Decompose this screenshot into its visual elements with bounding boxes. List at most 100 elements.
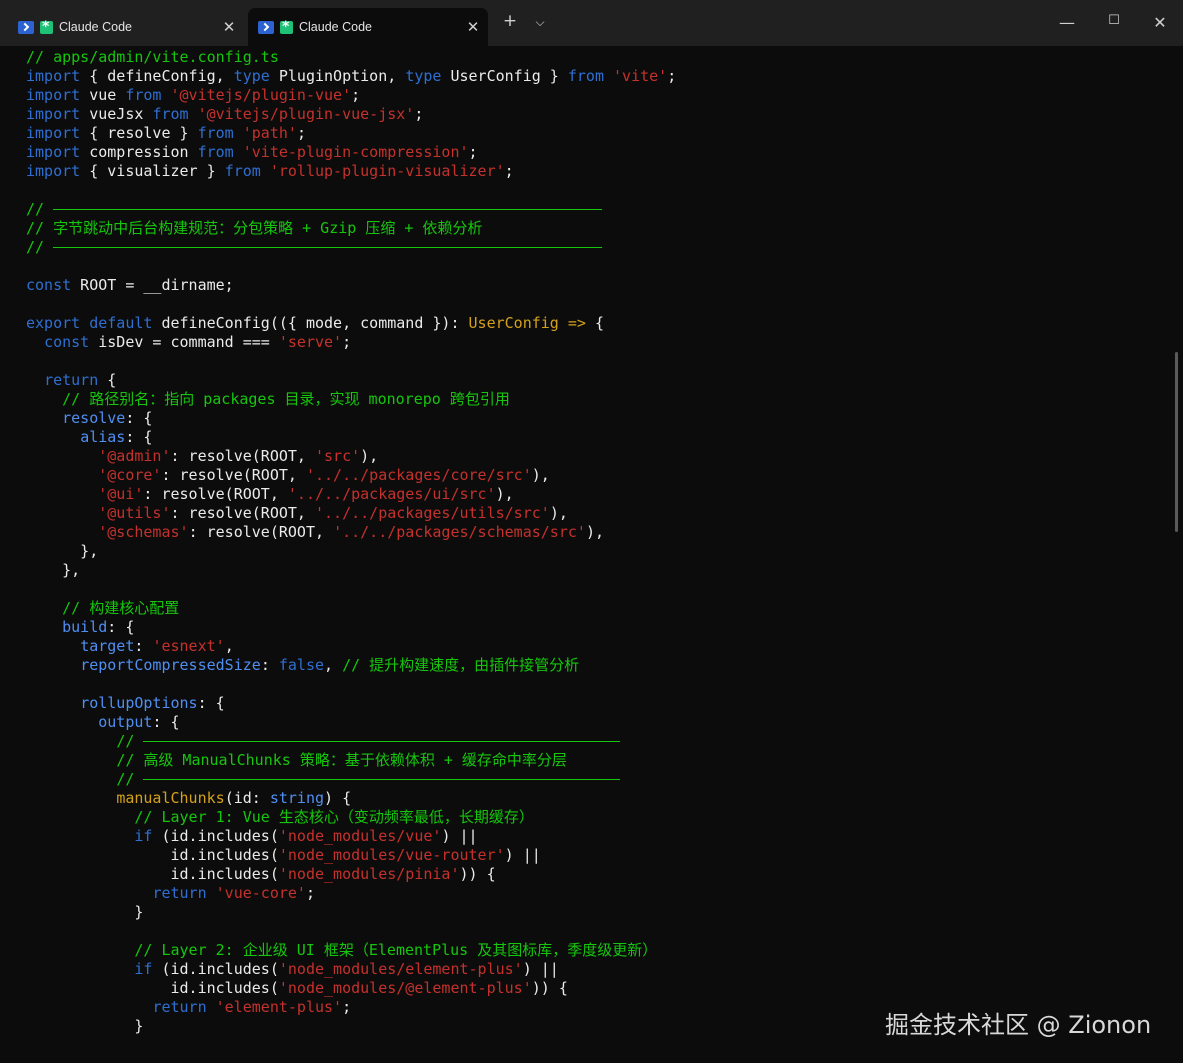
code-line: import { resolve } from 'path'; [26, 124, 1183, 143]
code-keyword: from [197, 143, 234, 161]
code-line: alias: { [26, 428, 1183, 447]
code-line: id.includes('node_modules/@element-plus'… [26, 979, 1183, 998]
code-text: { resolve } [80, 124, 198, 142]
code-comment: // apps/admin/vite.config.ts [26, 48, 279, 66]
code-text: ) || [504, 846, 541, 864]
code-string: '@vitejs/plugin-vue' [170, 86, 352, 104]
code-property: reportCompressedSize [80, 656, 261, 674]
code-line: return 'vue-core'; [26, 884, 1183, 903]
code-string: '@schemas' [98, 523, 189, 541]
code-text: id.includes( [26, 865, 279, 883]
maximize-button[interactable]: ☐ [1104, 13, 1124, 28]
code-line: import compression from 'vite-plugin-com… [26, 143, 1183, 162]
code-text: isDev = command === [89, 333, 279, 351]
code-text: , [324, 656, 343, 674]
code-keyword: return [44, 371, 99, 389]
code-text: PluginOption, [269, 67, 406, 85]
scrollbar[interactable] [1175, 352, 1178, 532]
tab-claude-code-2[interactable]: Claude Code ✕ [248, 8, 488, 46]
code-string: 'element-plus' [215, 998, 343, 1016]
code-string: 'node_modules/vue-router' [278, 846, 505, 864]
code-text: } [26, 903, 144, 921]
code-text: defineConfig(({ mode, command }): [152, 314, 469, 332]
code-property: resolve [62, 409, 126, 427]
code-line: const ROOT = __dirname; [26, 276, 1183, 295]
code-text: ; [342, 998, 352, 1016]
code-text: { [98, 371, 117, 389]
code-comment: // 高级 ManualChunks 策略：基于依赖体积 + 缓存命中率分层 [116, 751, 567, 769]
code-string: '@admin' [98, 447, 171, 465]
code-text: (id: [224, 789, 270, 807]
tab-claude-code-1[interactable]: Claude Code ✕ [8, 8, 244, 46]
code-text: } [26, 1017, 144, 1035]
code-keyword: from [152, 105, 189, 123]
minimize-button[interactable]: — [1057, 13, 1077, 32]
code-text: ; [305, 884, 315, 902]
code-text: id.includes( [26, 846, 279, 864]
code-text: ) || [441, 827, 478, 845]
code-text: ; [351, 86, 361, 104]
code-text: , [224, 637, 234, 655]
chevron-down-icon[interactable]: ⌵ [530, 15, 550, 30]
code-line: // [26, 732, 1183, 751]
code-text: ), [531, 466, 550, 484]
code-string: 'serve' [278, 333, 343, 351]
code-keyword: import [26, 143, 81, 161]
code-text: : [134, 637, 153, 655]
terminal-code-output[interactable]: // apps/admin/vite.config.ts import { def… [26, 48, 1183, 1036]
code-text: vueJsx [80, 105, 153, 123]
code-keyword: const [44, 333, 90, 351]
code-text: { visualizer } [80, 162, 225, 180]
code-text: id.includes( [26, 979, 279, 997]
code-text: ; [667, 67, 677, 85]
code-comment: // 路径别名：指向 packages 目录，实现 monorepo 跨包引用 [62, 390, 510, 408]
code-property: string [269, 789, 325, 807]
code-text: ; [504, 162, 514, 180]
close-window-button[interactable]: ✕ [1150, 13, 1170, 32]
code-property: output [98, 713, 153, 731]
code-line: reportCompressedSize: false, // 提升构建速度，由… [26, 656, 1183, 675]
code-string: 'path' [242, 124, 297, 142]
terminal-icon [18, 20, 34, 34]
code-keyword: from [125, 86, 162, 104]
code-string: 'node_modules/vue' [278, 827, 442, 845]
code-string: 'node_modules/@element-plus' [278, 979, 532, 997]
close-tab-icon[interactable]: ✕ [458, 18, 488, 36]
code-keyword: import [26, 105, 81, 123]
code-text: (id.includes( [152, 960, 279, 978]
code-line: // 字节跳动中后台构建规范：分包策略 + Gzip 压缩 + 依赖分析 [26, 219, 1183, 238]
code-text: : { [197, 694, 225, 712]
code-string: '@ui' [98, 485, 144, 503]
code-line: '@ui': resolve(ROOT, '../../packages/ui/… [26, 485, 1183, 504]
code-line: } [26, 903, 1183, 922]
code-text: ) || [522, 960, 559, 978]
code-keyword: if [134, 960, 153, 978]
code-keyword: import [26, 86, 81, 104]
code-line: id.includes('node_modules/pinia')) { [26, 865, 1183, 884]
close-tab-icon[interactable]: ✕ [214, 18, 244, 36]
claude-icon [40, 19, 53, 35]
code-keyword: from [224, 162, 261, 180]
code-comment: // Layer 2: 企业级 UI 框架（ElementPlus 及其图标库，… [134, 941, 658, 959]
code-property: target [80, 637, 135, 655]
new-tab-button[interactable]: + [500, 11, 520, 31]
code-text: : { [107, 618, 135, 636]
